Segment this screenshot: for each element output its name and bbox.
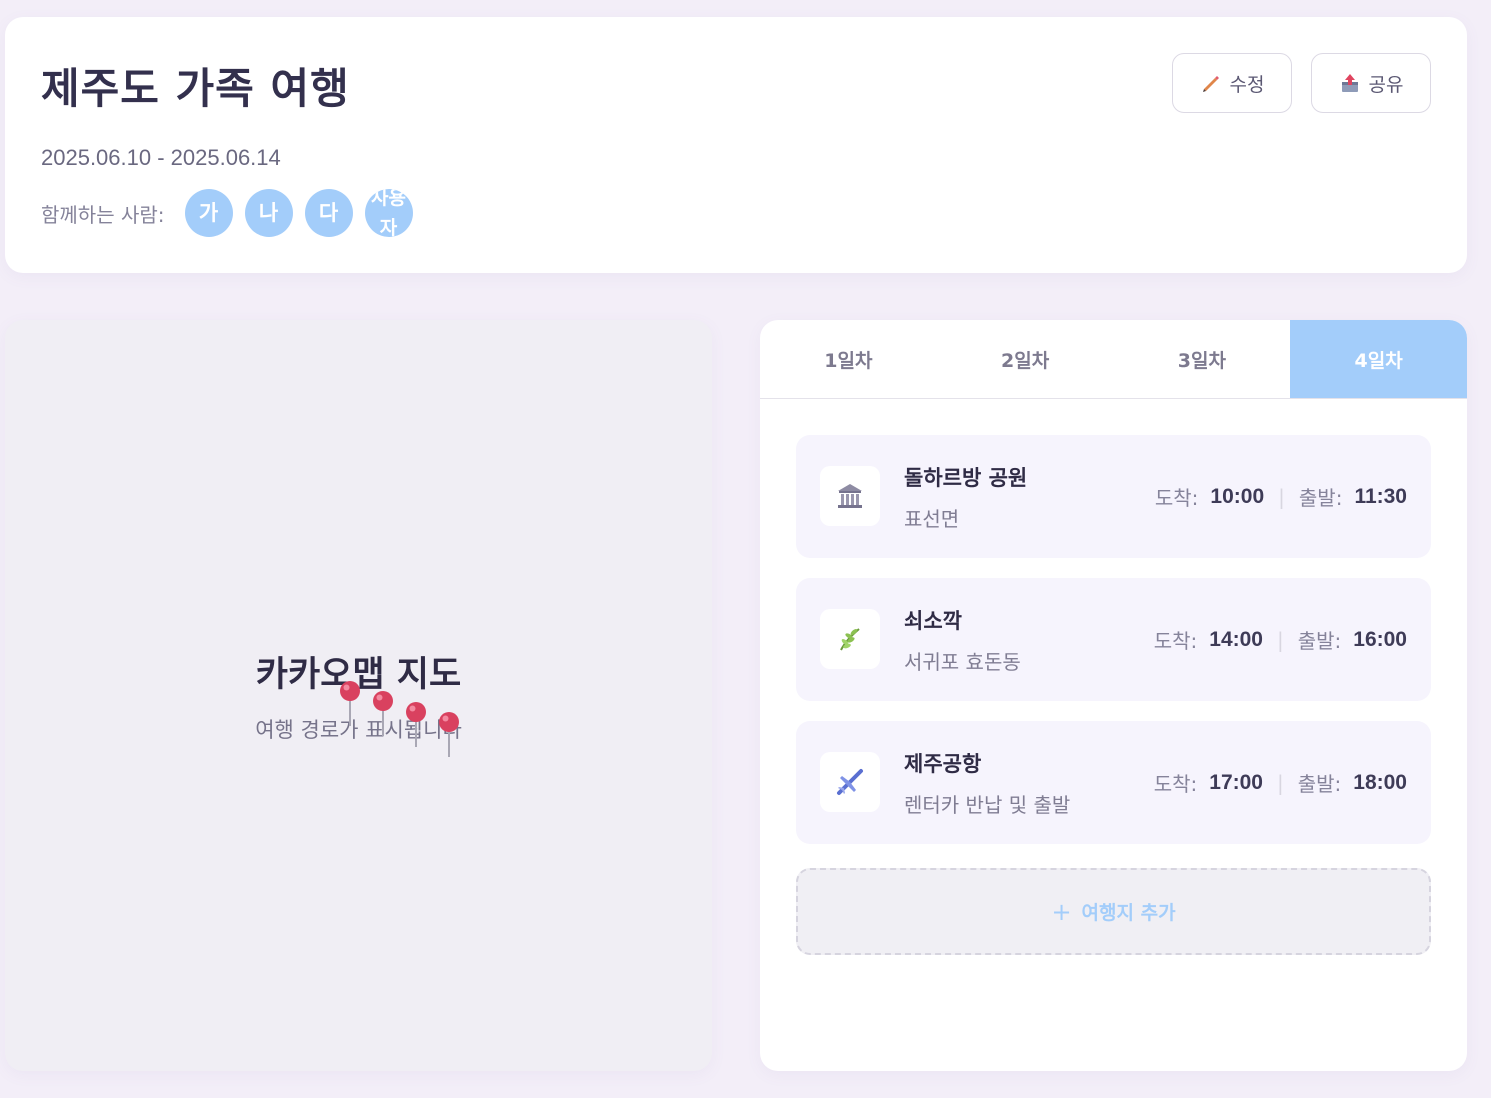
day-tabs: 1일차 2일차 3일차 4일차 bbox=[760, 320, 1467, 399]
avatar[interactable]: 다 bbox=[304, 189, 353, 237]
share-label: 공유 bbox=[1368, 73, 1404, 96]
page-title: 제주도 가족 여행 bbox=[41, 64, 350, 113]
map-panel[interactable]: 카카오맵 지도 여행 경로가 표시됩니다 bbox=[5, 320, 712, 1071]
arrive-time: 17:00 bbox=[1209, 770, 1263, 794]
time-divider: | bbox=[1276, 770, 1284, 795]
share-button[interactable]: 공유 bbox=[1311, 53, 1431, 113]
arrive-label: 도착: bbox=[1153, 629, 1198, 653]
trip-header: 제주도 가족 여행 2025.06.10 - 2025.06.14 함께하는 사… bbox=[5, 17, 1467, 273]
airplane-icon bbox=[820, 752, 880, 812]
edit-label: 수정 bbox=[1229, 73, 1265, 96]
time-divider: | bbox=[1278, 484, 1285, 509]
place-name: 쇠소깍 bbox=[904, 609, 962, 633]
plus-icon: + bbox=[1051, 897, 1072, 926]
place-times: 도착: 17:00 | 출발: 18:00 bbox=[1154, 768, 1407, 797]
time-divider: | bbox=[1276, 627, 1284, 652]
herb-icon bbox=[820, 609, 880, 669]
share-icon bbox=[1339, 72, 1361, 94]
place-card[interactable]: 돌하르방 공원 표선면 도착: 10:00 | 출발: 11:30 bbox=[796, 435, 1431, 558]
itinerary-panel: 1일차 2일차 3일차 4일차 돌하르방 공원 표선면 도착: 10:00 | … bbox=[760, 320, 1467, 1071]
museum-icon bbox=[820, 466, 880, 526]
place-times: 도착: 10:00 | 출발: 11:30 bbox=[1155, 482, 1407, 511]
arrive-label: 도착: bbox=[1153, 772, 1198, 796]
add-place-label: 여행지 추가 bbox=[1081, 902, 1176, 924]
place-list: 돌하르방 공원 표선면 도착: 10:00 | 출발: 11:30 쇠소깍 서귀… bbox=[796, 435, 1431, 864]
place-card[interactable]: 제주공항 렌터카 반납 및 출발 도착: 17:00 | 출발: 18:00 bbox=[796, 721, 1431, 844]
avatar[interactable]: 나 bbox=[244, 189, 293, 237]
tab-day-3[interactable]: 3일차 bbox=[1114, 320, 1291, 398]
map-pin-icon[interactable] bbox=[372, 690, 394, 738]
place-description: 서귀포 효돈동 bbox=[904, 650, 1021, 674]
map-pin-icon[interactable] bbox=[438, 711, 460, 759]
depart-time: 16:00 bbox=[1353, 627, 1407, 651]
header-actions: 수정 공유 bbox=[1153, 53, 1431, 113]
arrive-label: 도착: bbox=[1154, 486, 1199, 510]
place-description: 렌터카 반납 및 출발 bbox=[904, 793, 1071, 817]
place-card[interactable]: 쇠소깍 서귀포 효돈동 도착: 14:00 | 출발: 16:00 bbox=[796, 578, 1431, 701]
edit-button[interactable]: 수정 bbox=[1172, 53, 1292, 113]
tab-day-2[interactable]: 2일차 bbox=[937, 320, 1114, 398]
arrive-time: 14:00 bbox=[1209, 627, 1263, 651]
place-times: 도착: 14:00 | 출발: 16:00 bbox=[1154, 625, 1407, 654]
trip-dates: 2025.06.10 - 2025.06.14 bbox=[41, 145, 281, 170]
map-pin-icon[interactable] bbox=[339, 680, 361, 728]
depart-label: 출발: bbox=[1297, 772, 1342, 796]
map-pin-icon[interactable] bbox=[405, 701, 427, 749]
pencil-icon bbox=[1200, 72, 1222, 94]
depart-label: 출발: bbox=[1298, 486, 1343, 510]
tab-day-4[interactable]: 4일차 bbox=[1290, 320, 1467, 398]
place-name: 제주공항 bbox=[904, 752, 982, 776]
avatar[interactable]: 가 bbox=[184, 189, 233, 237]
companions: 함께하는 사람: 가 나 다 사용자 bbox=[41, 189, 425, 237]
tab-day-1[interactable]: 1일차 bbox=[760, 320, 937, 398]
add-place-button[interactable]: + 여행지 추가 bbox=[796, 868, 1431, 955]
depart-time: 11:30 bbox=[1354, 484, 1407, 508]
place-name: 돌하르방 공원 bbox=[904, 466, 1028, 490]
avatar[interactable]: 사용자 bbox=[364, 189, 413, 237]
place-description: 표선면 bbox=[904, 507, 960, 531]
depart-time: 18:00 bbox=[1353, 770, 1407, 794]
arrive-time: 10:00 bbox=[1210, 484, 1265, 508]
companions-label: 함께하는 사람: bbox=[41, 202, 165, 227]
depart-label: 출발: bbox=[1297, 629, 1342, 653]
